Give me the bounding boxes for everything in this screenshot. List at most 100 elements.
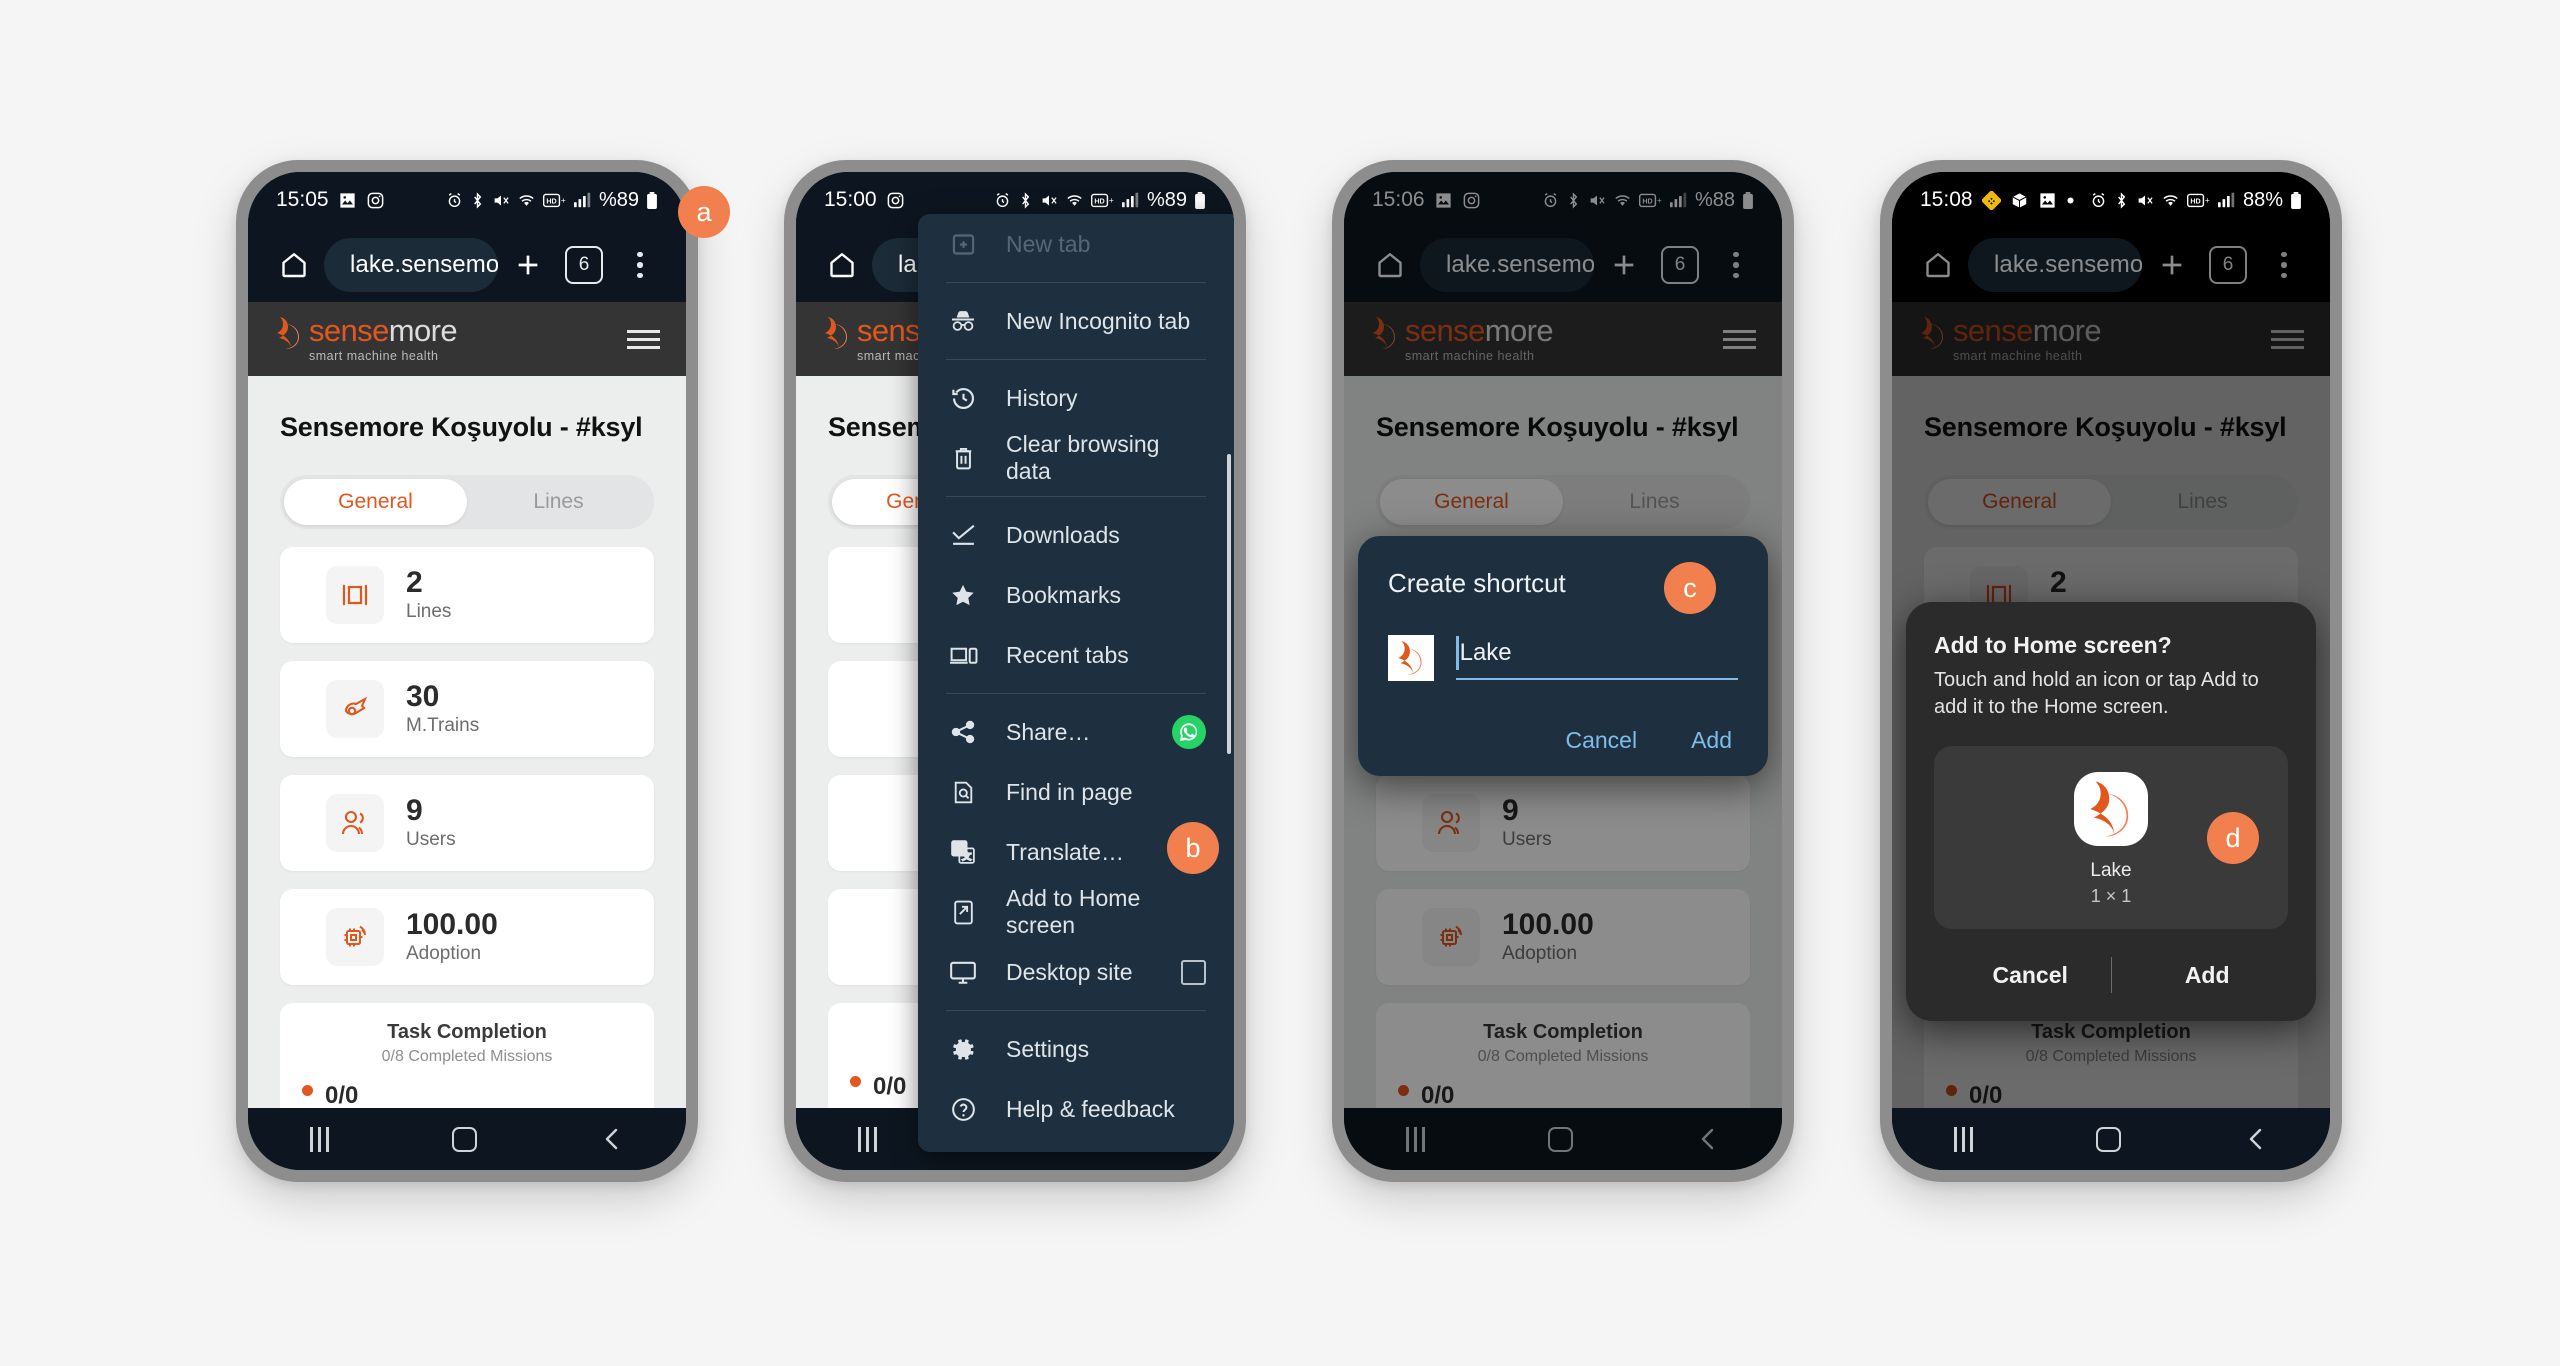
callout-badge-c: c (1664, 562, 1716, 614)
system-nav-bar (248, 1108, 686, 1170)
bluetooth-icon (1018, 191, 1033, 209)
alarm-icon (446, 192, 463, 209)
menu-item-history[interactable]: History (918, 368, 1234, 428)
menu-item-new-incognito-tab[interactable]: New Incognito tab (918, 291, 1234, 351)
bluetooth-icon (470, 191, 485, 209)
cancel-button[interactable]: Cancel (1565, 727, 1637, 754)
stat-card-lines[interactable]: 2Lines (280, 547, 654, 643)
add-to-home-screen-sheet: Add to Home screen? Touch and hold an ic… (1906, 602, 2316, 1022)
new-tab-icon (946, 231, 980, 258)
home-nav-button[interactable] (2095, 1126, 2121, 1152)
menu-item-add-to-home-screen[interactable]: Add to Home screen (918, 882, 1234, 942)
url-bar[interactable]: lake.sensemore.io (1968, 238, 2142, 292)
add-button[interactable]: Add (2185, 962, 2230, 989)
settings-gear-icon (946, 1036, 980, 1063)
phone-d-screen: 15:08 HD + 88% lake.sensemore.io 6 (1892, 172, 2330, 1170)
menu-item-label: Share… (1006, 718, 1091, 745)
phone-a-screen: 15:05 HD + %89 lake.sensemore.io 6 (248, 172, 686, 1170)
svg-text:文: 文 (961, 850, 970, 861)
menu-item-desktop-site[interactable]: Desktop site (918, 942, 1234, 1002)
recents-button[interactable] (857, 1126, 877, 1152)
menu-item-settings[interactable]: Settings (918, 1019, 1234, 1079)
alarm-icon (994, 192, 1011, 209)
stat-card-adoption[interactable]: 100.00Adoption (280, 889, 654, 985)
logo-text-primary: sense (309, 313, 389, 348)
alarm-icon (2090, 192, 2107, 209)
home-button[interactable] (1912, 239, 1964, 291)
home-button[interactable] (816, 239, 868, 291)
hd-plus-icon: HD + (2186, 193, 2211, 208)
overflow-menu-button[interactable] (2258, 239, 2310, 291)
menu-item-label: Desktop site (1006, 958, 1133, 985)
signal-icon (1121, 192, 1140, 208)
logo-mark (825, 317, 847, 349)
menu-scrollbar[interactable] (1227, 454, 1231, 754)
download-icon (946, 523, 980, 547)
phone-c: 15:06 HD+ %88 lake.sensemore.io 6 (1332, 160, 1794, 1182)
menu-item-recent-tabs[interactable]: Recent tabs (918, 625, 1234, 685)
task-value: 0/0 (325, 1082, 359, 1108)
menu-item-downloads[interactable]: Downloads (918, 505, 1234, 565)
recents-button[interactable] (309, 1126, 329, 1152)
svg-text:+: + (2205, 195, 2210, 204)
menu-item-find-in-page[interactable]: Find in page (918, 762, 1234, 822)
url-text: lake.sensemore.io (350, 251, 498, 278)
tab-lines[interactable]: Lines (467, 479, 650, 525)
url-bar[interactable]: lake.sensemore.io (324, 238, 498, 292)
cancel-button[interactable]: Cancel (1992, 962, 2067, 989)
new-tab-button[interactable] (2146, 239, 2198, 291)
adoption-icon (326, 908, 384, 966)
menu-item-help-feedback[interactable]: Help & feedback (918, 1079, 1234, 1139)
tab-general[interactable]: General (284, 479, 467, 525)
task-completion-card[interactable]: Task Completion 0/8 Completed Missions 0… (280, 1003, 654, 1108)
home-button[interactable] (268, 239, 320, 291)
new-tab-button[interactable] (502, 239, 554, 291)
site-header: sensemore smart machine health (248, 302, 686, 376)
tab-count: 6 (2209, 246, 2247, 284)
status-time: 15:00 (824, 188, 877, 211)
button-divider (2111, 957, 2112, 994)
battery-icon (2290, 191, 2302, 209)
text-caret (1456, 636, 1459, 670)
tab-switcher-button[interactable]: 6 (2202, 239, 2254, 291)
menu-separator (946, 693, 1206, 694)
logo-tagline: smart machine health (309, 349, 439, 363)
tab-switcher-button[interactable]: 6 (558, 239, 610, 291)
logo-mark (277, 317, 299, 349)
add-button[interactable]: Add (1691, 727, 1732, 754)
menu-item-share[interactable]: Share… (918, 702, 1234, 762)
history-icon (946, 385, 980, 412)
instagram-icon (366, 191, 385, 210)
hamburger-menu-icon[interactable] (627, 329, 660, 349)
menu-separator (946, 282, 1206, 283)
task-title: Task Completion (387, 1021, 547, 1043)
url-text: lake.sensemore.io (1994, 251, 2142, 278)
shortcut-size: 1 × 1 (2090, 886, 2132, 907)
menu-item-label: Help & feedback (1006, 1095, 1175, 1122)
recents-button[interactable] (1953, 1126, 1973, 1152)
battery-percent: %89 (598, 188, 639, 211)
menu-item-clear-browsing-data[interactable]: Clear browsing data (918, 428, 1234, 488)
desktop-site-icon (946, 960, 980, 985)
whatsapp-icon[interactable] (1172, 715, 1206, 749)
wifi-icon (1065, 192, 1084, 209)
tab-count: 6 (565, 246, 603, 284)
chrome-overflow-menu: New tab New Incognito tab History Clear … (918, 214, 1234, 1152)
menu-item-label: Translate… (1006, 838, 1125, 865)
stat-card-users[interactable]: 9Users (280, 775, 654, 871)
shortcut-favicon (1388, 635, 1434, 681)
phone-b-screen: 15:00 HD+ %89 lake. 6 (796, 172, 1234, 1170)
back-button[interactable] (2244, 1125, 2268, 1153)
battery-percent: 88% (2242, 188, 2283, 211)
home-nav-button[interactable] (451, 1126, 477, 1152)
desktop-site-checkbox[interactable] (1181, 959, 1206, 985)
overflow-menu-button[interactable] (614, 239, 666, 291)
shortcut-name-input[interactable]: Lake (1456, 636, 1738, 680)
menu-item-bookmarks[interactable]: Bookmarks (918, 565, 1234, 625)
logo-text-secondary: more (388, 313, 458, 348)
menu-item-new-tab[interactable]: New tab (918, 214, 1234, 274)
status-time: 15:08 (1920, 188, 1973, 211)
back-button[interactable] (600, 1125, 624, 1153)
stat-card-mtrains[interactable]: 30M.Trains (280, 661, 654, 757)
photo-icon (2038, 191, 2057, 210)
